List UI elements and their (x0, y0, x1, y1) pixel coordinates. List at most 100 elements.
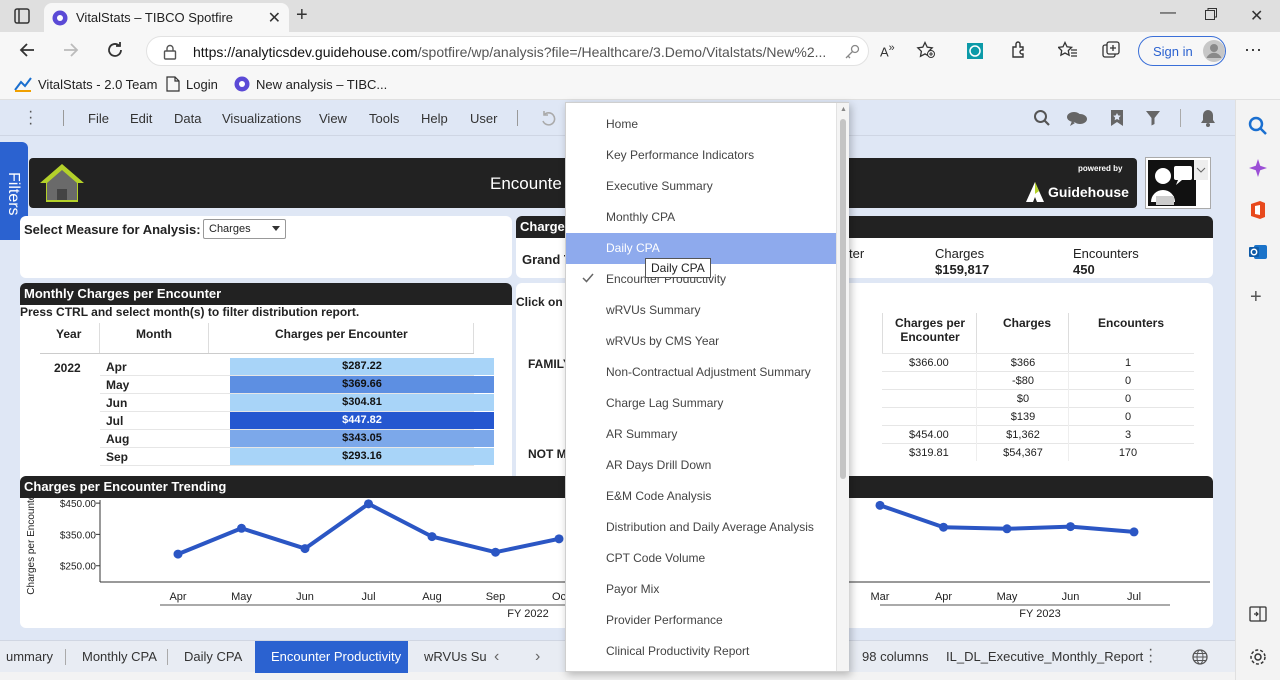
outlook-icon[interactable] (1248, 242, 1268, 262)
group-not-m[interactable]: NOT M (528, 447, 567, 461)
dropdown-item[interactable]: Clinical Productivity Report (566, 636, 836, 667)
dropdown-item[interactable]: AR Days Drill Down (566, 450, 836, 481)
favorite-vitalstats[interactable]: VitalStats - 2.0 Team (14, 76, 157, 92)
favorite-login[interactable]: Login (166, 76, 218, 92)
collections-icon[interactable] (1102, 41, 1122, 59)
chevron-right-icon[interactable]: › (535, 648, 540, 666)
globe-icon[interactable] (1192, 649, 1208, 665)
close-window-icon[interactable]: ✕ (1250, 6, 1263, 26)
cpe-bar-cell[interactable]: $304.81 (230, 394, 494, 411)
scrollbar-thumb[interactable] (840, 119, 846, 479)
cpe-bar-cell[interactable]: $369.66 (230, 376, 494, 393)
table-row[interactable]: $0 0 (882, 389, 1194, 407)
data-table-name[interactable]: IL_DL_Executive_Monthly_Report (946, 649, 1143, 664)
read-aloud-icon[interactable]: A» (880, 42, 895, 59)
tab-actions-icon[interactable] (14, 8, 30, 24)
kebab-menu-icon[interactable]: · · · (1148, 642, 1153, 670)
dropdown-item[interactable]: Home (566, 109, 836, 140)
table-row[interactable]: May $369.66 (100, 376, 494, 394)
home-icon[interactable] (37, 161, 87, 205)
table-row[interactable]: Apr $287.22 (100, 358, 494, 376)
dropdown-scrollbar[interactable]: ▲ (836, 103, 849, 671)
refresh-icon[interactable] (106, 41, 124, 59)
scroll-up-icon[interactable]: ▲ (840, 106, 847, 113)
table-row[interactable]: Jul $447.82 (100, 412, 494, 430)
dropdown-item[interactable]: Provider Performance (566, 605, 836, 636)
cpe-bar-cell[interactable]: $343.05 (230, 430, 494, 447)
measure-select[interactable]: Charges (203, 219, 286, 239)
extensions-icon[interactable] (1010, 41, 1028, 59)
menu-file[interactable]: File (88, 111, 109, 126)
notifications-bell-icon[interactable] (1200, 109, 1216, 127)
extension-teal-icon[interactable] (966, 42, 984, 60)
menu-tools[interactable]: Tools (369, 111, 399, 126)
url-text[interactable]: https://analyticsdev.guidehouse.com/spot… (193, 44, 826, 60)
restore-icon[interactable] (1205, 8, 1217, 20)
dropdown-item[interactable]: Key Performance Indicators (566, 140, 836, 171)
settings-gear-icon[interactable] (1249, 648, 1267, 666)
menu-help[interactable]: Help (421, 111, 448, 126)
office-icon[interactable] (1248, 200, 1268, 220)
menu-view[interactable]: View (319, 111, 347, 126)
table-row[interactable]: Aug $343.05 (100, 430, 494, 448)
table-row[interactable]: $139 0 (882, 407, 1194, 425)
menu-data[interactable]: Data (174, 111, 201, 126)
table-row[interactable]: Jun $304.81 (100, 394, 494, 412)
back-icon[interactable] (18, 41, 36, 59)
favorite-new-analysis[interactable]: New analysis – TIBC... (234, 76, 387, 92)
dropdown-item[interactable]: CPT Code Volume (566, 543, 836, 574)
dropdown-item[interactable]: Non-Contractual Adjustment Summary (566, 357, 836, 388)
dropdown-item[interactable]: Monthly CPA (566, 202, 836, 233)
tab-monthly-cpa[interactable]: Monthly CPA (66, 641, 173, 673)
filter-icon[interactable] (1145, 110, 1161, 126)
dropdown-item[interactable]: E&M Code Analysis (566, 481, 836, 512)
add-sidebar-icon[interactable]: + (1250, 286, 1262, 309)
tab-summary[interactable]: ummary (0, 641, 69, 673)
month-cell: Apr (106, 360, 127, 374)
cpe-bar-cell[interactable]: $447.82 (230, 412, 494, 429)
encounters-label: Encounters (1073, 246, 1139, 261)
lock-icon[interactable] (163, 44, 177, 60)
browser-tab[interactable]: VitalStats – TIBCO Spotfire ✕ (44, 3, 289, 32)
close-tab-icon[interactable]: ✕ (268, 8, 281, 28)
dropdown-item[interactable]: AR Summary (566, 419, 836, 450)
table-row[interactable]: $454.00 $1,362 3 (882, 425, 1194, 443)
dropdown-item[interactable]: wRVUs by CMS Year (566, 326, 836, 357)
kebab-menu-icon[interactable]: · · · (28, 104, 33, 132)
dropdown-item[interactable]: Charge Lag Summary (566, 388, 836, 419)
menu-user[interactable]: User (470, 111, 497, 126)
favorites-icon[interactable] (1058, 41, 1078, 59)
new-tab-icon[interactable]: + (296, 4, 308, 27)
tab-wrvus-summary[interactable]: wRVUs Su (408, 641, 503, 673)
bookmark-icon[interactable] (1109, 109, 1125, 127)
forward-icon[interactable] (62, 41, 80, 59)
search-icon[interactable] (1248, 116, 1268, 136)
more-options-icon[interactable]: ⋯ (1244, 40, 1262, 61)
cpe-bar-cell[interactable]: $293.16 (230, 448, 494, 465)
key-icon[interactable] (844, 44, 860, 60)
dropdown-item[interactable]: wRVUs Summary (566, 295, 836, 326)
user-photo-panel[interactable] (1145, 157, 1211, 209)
dropdown-item[interactable]: Payor Mix (566, 574, 836, 605)
copilot-sparkle-icon[interactable] (1248, 158, 1268, 178)
tab-encounter-productivity[interactable]: Encounter Productivity (255, 641, 408, 673)
split-screen-icon[interactable] (1249, 606, 1267, 622)
add-favorite-icon[interactable] (916, 41, 936, 59)
collaboration-icon[interactable] (1066, 110, 1088, 128)
menu-visualizations[interactable]: Visualizations (222, 111, 301, 126)
table-row[interactable]: $366.00 $366 1 (882, 353, 1194, 371)
tab-daily-cpa[interactable]: Daily CPA (168, 641, 258, 673)
table-row[interactable]: $319.81 $54,367 170 (882, 443, 1194, 461)
sign-in-button[interactable]: Sign in (1138, 36, 1226, 66)
table-row[interactable]: Sep $293.16 (100, 448, 494, 466)
dropdown-item[interactable]: Executive Summary (566, 171, 836, 202)
address-bar[interactable]: https://analyticsdev.guidehouse.com/spot… (146, 36, 869, 66)
menu-edit[interactable]: Edit (130, 111, 152, 126)
chevron-left-icon[interactable]: ‹ (494, 648, 499, 666)
undo-icon[interactable] (540, 110, 556, 126)
search-icon[interactable] (1033, 109, 1051, 127)
dropdown-item[interactable]: Distribution and Daily Average Analysis (566, 512, 836, 543)
minimize-icon[interactable]: — (1160, 4, 1176, 22)
cpe-bar-cell[interactable]: $287.22 (230, 358, 494, 375)
table-row[interactable]: -$80 0 (882, 371, 1194, 389)
